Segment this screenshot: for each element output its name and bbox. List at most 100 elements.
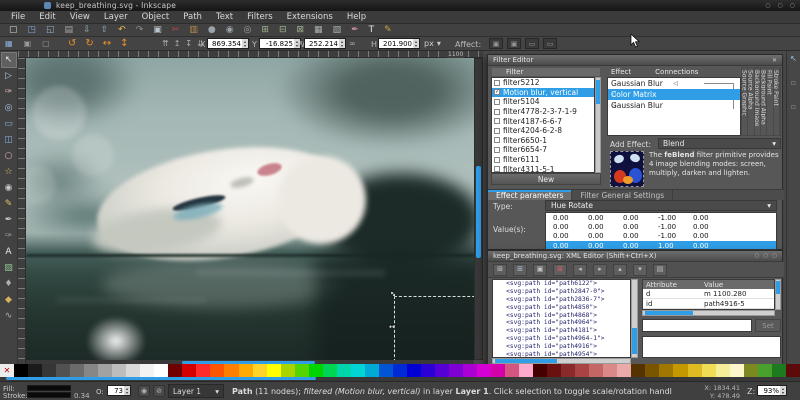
palette-swatch-21[interactable] — [309, 364, 323, 377]
xml-node[interactable]: <svg:path id="path2836-7"> — [493, 296, 630, 304]
paste-icon[interactable]: ▥ — [189, 26, 198, 35]
connection-triangle-icon[interactable]: ◁ — [673, 80, 678, 87]
palette-swatch-54[interactable] — [772, 364, 786, 377]
print-icon[interactable]: ▤ — [65, 26, 74, 35]
menu-edit[interactable]: Edit — [32, 11, 62, 23]
unlink-clone-icon[interactable]: ⊠ — [297, 26, 305, 35]
width-input[interactable] — [305, 39, 339, 48]
layer-lock-icon[interactable]: ⊘ — [153, 385, 165, 397]
layer-selector[interactable]: Layer 1 ▾ — [168, 384, 224, 398]
raise-icon[interactable]: ↥ — [174, 39, 181, 48]
vertical-ruler[interactable] — [18, 58, 26, 364]
palette-swatch-4[interactable] — [70, 364, 84, 377]
attribute-table-scrollbar[interactable] — [775, 279, 781, 310]
palette-swatch-42[interactable] — [603, 364, 617, 377]
create-clone-icon[interactable]: ⊟ — [279, 26, 287, 35]
connector-tool[interactable]: ∿ — [1, 308, 17, 324]
text-tool[interactable]: A — [1, 244, 17, 260]
palette-swatch-36[interactable] — [519, 364, 533, 377]
palette-swatch-15[interactable] — [224, 364, 238, 377]
tab-effect-parameters[interactable]: Effect parameters — [488, 190, 572, 200]
canvas-vertical-scrollbar[interactable] — [474, 58, 483, 360]
xml-node[interactable]: <svg:path id="path4181"> — [493, 327, 630, 335]
palette-swatch-13[interactable] — [196, 364, 210, 377]
filter-checkbox[interactable] — [494, 109, 500, 115]
menu-filters[interactable]: Filters — [240, 11, 279, 23]
add-effect-dropdown[interactable]: Blend ▾ — [658, 138, 781, 149]
stroke-color-swatch[interactable] — [27, 392, 71, 398]
spinner-down-icon[interactable]: ▾ — [341, 44, 343, 48]
stroke-width-value[interactable]: 0.34 — [74, 392, 90, 400]
spinner-down-icon[interactable]: ▾ — [782, 391, 784, 395]
xml-editor-icon[interactable]: ✎ — [384, 26, 392, 35]
duplicate-icon[interactable]: ⊞ — [261, 26, 269, 35]
palette-swatch-7[interactable] — [112, 364, 126, 377]
pen-tool[interactable]: ✒ — [1, 212, 17, 228]
palette-none-swatch[interactable]: ✕ — [0, 364, 14, 377]
height-spinner[interactable]: ▴▾ — [413, 39, 419, 48]
filter-list-item[interactable]: ✓Motion blur, vertical — [492, 88, 594, 98]
rotate-cw-icon[interactable]: ↻ — [85, 38, 93, 49]
select-all-icon[interactable]: ▦ — [5, 39, 13, 48]
palette-swatch-1[interactable] — [28, 364, 42, 377]
selector-tool[interactable]: ↖ — [1, 52, 17, 68]
maximize-icon[interactable]: ○ — [778, 0, 783, 11]
star-tool[interactable]: ☆ — [1, 164, 17, 180]
attribute-table-horizontal-scrollbar[interactable] — [642, 310, 775, 316]
snap-nodes-icon[interactable]: ▫ — [791, 103, 796, 111]
undo-icon[interactable]: ↶ — [118, 26, 126, 35]
menu-view[interactable]: View — [63, 11, 97, 23]
connection-triangle-icon[interactable]: ◁ — [611, 102, 616, 109]
palette-swatch-40[interactable] — [575, 364, 589, 377]
palette-swatch-38[interactable] — [547, 364, 561, 377]
calligraphy-tool[interactable]: ✑ — [1, 228, 17, 244]
palette-swatch-17[interactable] — [253, 364, 267, 377]
xml-node[interactable]: <svg:path id="path4916"> — [493, 343, 630, 351]
open-document-icon[interactable]: ◳ — [28, 26, 37, 35]
spinner-down-icon[interactable]: ▾ — [244, 44, 246, 48]
selection-marquee[interactable]: ↔ ↕ ↔ — [394, 296, 474, 360]
matrix-row[interactable]: 0.000.000.00-1.000.00 — [546, 232, 776, 241]
palette-swatch-25[interactable] — [365, 364, 379, 377]
fill-stroke-icon[interactable]: ✒ — [351, 26, 359, 35]
lock-ratio-icon[interactable]: ∞ — [349, 39, 356, 48]
opacity-spinner[interactable]: ▴▾ — [124, 386, 130, 395]
cut-icon[interactable]: ✂ — [172, 26, 180, 35]
palette-swatch-23[interactable] — [337, 364, 351, 377]
filter-checkbox[interactable] — [494, 118, 500, 124]
palette-swatch-14[interactable] — [210, 364, 224, 377]
spiral-tool[interactable]: ◉ — [1, 180, 17, 196]
attribute-value-editor[interactable] — [642, 336, 781, 358]
spinner-down-icon[interactable]: ▾ — [126, 391, 128, 395]
scrollbar-thumb[interactable] — [645, 311, 693, 315]
attribute-row[interactable]: dm 1100.280 — [643, 289, 774, 299]
palette-swatch-27[interactable] — [393, 364, 407, 377]
tab-filter-general-settings[interactable]: Filter General Settings — [572, 190, 673, 200]
palette-swatch-55[interactable] — [786, 364, 800, 377]
move-node-up-icon[interactable]: ▴ — [613, 264, 627, 276]
palette-swatch-31[interactable] — [449, 364, 463, 377]
xml-node[interactable]: <svg:path id="path6122"> — [493, 280, 630, 288]
export-icon[interactable]: ⇧ — [101, 26, 109, 35]
bucket-tool[interactable]: ◆ — [1, 292, 17, 308]
xml-node[interactable]: <svg:path id="path4868"> — [493, 312, 630, 320]
palette-swatch-43[interactable] — [617, 364, 631, 377]
filter-column-header[interactable]: Filter — [491, 67, 601, 77]
filter-list-item[interactable]: filter4187-6-6-7 — [492, 116, 594, 126]
import-icon[interactable]: ⇩ — [83, 26, 91, 35]
palette-swatch-46[interactable] — [659, 364, 673, 377]
scrollbar-thumb[interactable] — [476, 166, 481, 258]
effect-row[interactable]: Gaussian Blur◁ — [608, 100, 740, 111]
snap-bbox-icon[interactable]: ▫ — [791, 79, 796, 87]
palette-swatch-41[interactable] — [589, 364, 603, 377]
xml-node[interactable]: <svg:path id="path4850"> — [493, 304, 630, 312]
palette-swatch-3[interactable] — [56, 364, 70, 377]
filter-list-item[interactable]: filter6650-1 — [492, 136, 594, 146]
menu-file[interactable]: File — [4, 11, 32, 23]
close-icon[interactable]: ✕ — [772, 57, 777, 64]
zoom-spinner[interactable]: ▴▾ — [780, 386, 786, 395]
close-icon[interactable]: ○ — [790, 0, 795, 11]
zoom-page-icon[interactable]: ◎ — [244, 26, 252, 35]
palette-swatch-11[interactable] — [168, 364, 182, 377]
set-attribute-button[interactable]: Set — [755, 319, 781, 332]
